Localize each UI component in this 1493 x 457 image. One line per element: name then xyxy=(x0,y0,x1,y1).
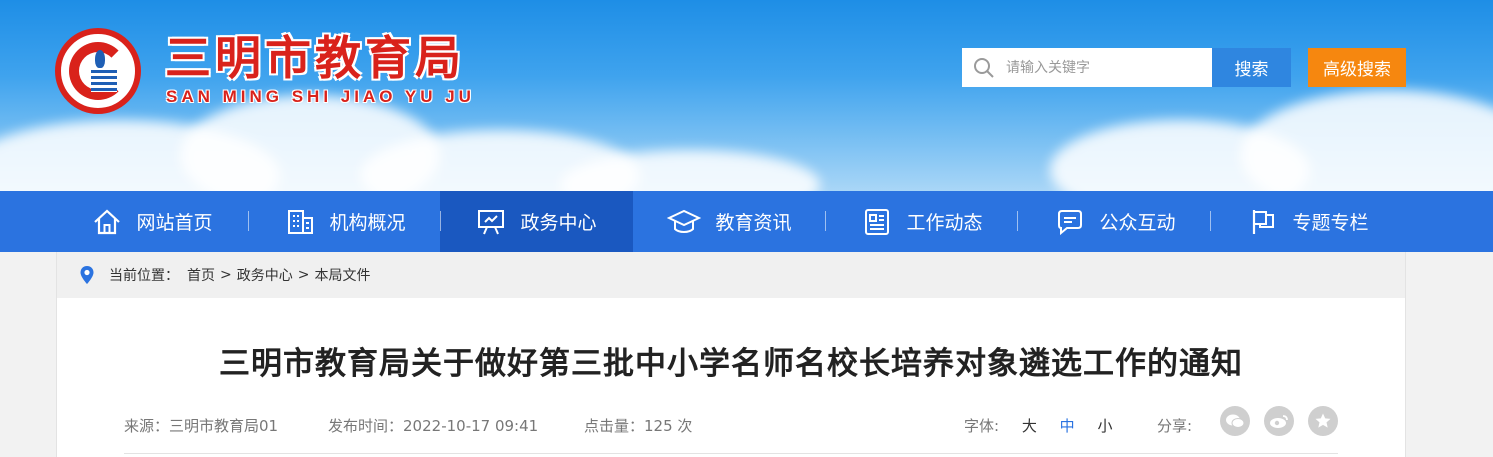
hits-label: 点击量： xyxy=(584,417,645,435)
nav-label: 工作动态 xyxy=(906,212,983,234)
breadcrumb-separator: > xyxy=(297,267,310,283)
nav-label: 政务中心 xyxy=(520,212,597,234)
article-hits: 点击量：125 次 xyxy=(584,415,692,436)
nav-label: 公众互动 xyxy=(1099,212,1176,234)
favorite-star-icon[interactable] xyxy=(1308,406,1338,436)
font-size-large[interactable]: 大 xyxy=(1022,417,1037,435)
nav-divider xyxy=(825,211,826,231)
search-box xyxy=(962,48,1212,87)
graduation-cap-icon xyxy=(667,209,702,233)
logo-emblem-icon[interactable] xyxy=(55,28,141,114)
nav-label: 网站首页 xyxy=(136,212,213,234)
publish-label: 发布时间： xyxy=(328,417,404,435)
presentation-icon xyxy=(478,209,505,234)
nav-item-public-interaction[interactable]: 公众互动 xyxy=(1019,191,1212,252)
nav-label: 教育资讯 xyxy=(715,212,792,234)
nav-divider xyxy=(440,211,441,231)
share-label: 分享: xyxy=(1157,417,1193,435)
font-size-medium[interactable]: 中 xyxy=(1060,417,1075,435)
chat-icon xyxy=(1058,209,1083,235)
weibo-icon[interactable] xyxy=(1264,406,1294,436)
home-icon xyxy=(94,209,121,234)
meta-divider xyxy=(124,453,1338,454)
article-source: 来源：三明市教育局01 xyxy=(124,415,278,436)
publish-value: 2022-10-17 09:41 xyxy=(403,417,539,435)
breadcrumb-link-government-center[interactable]: 政务中心 xyxy=(237,265,293,285)
flag-icon xyxy=(1253,209,1275,234)
source-value: 三明市教育局01 xyxy=(169,417,279,435)
nav-divider xyxy=(1210,211,1211,231)
nav-divider xyxy=(1017,211,1018,231)
breadcrumb-link-bureau-documents[interactable]: 本局文件 xyxy=(314,265,370,285)
location-pin-icon xyxy=(80,266,94,284)
nav-item-home[interactable]: 网站首页 xyxy=(56,191,249,252)
nav-divider xyxy=(248,211,249,231)
hits-value: 125 次 xyxy=(644,417,693,435)
article-title: 三明市教育局关于做好第三批中小学名师名校长培养对象遴选工作的通知 xyxy=(219,346,1243,382)
main-content: 当前位置： 首页 > 政务中心 > 本局文件 三明市教育局关于做好第三批中小学名… xyxy=(56,252,1406,457)
breadcrumb-prefix: 当前位置： xyxy=(109,268,179,284)
nav-label: 机构概况 xyxy=(329,212,406,234)
wechat-icon[interactable] xyxy=(1220,406,1250,436)
nav-item-government-center[interactable]: 政务中心 xyxy=(440,191,633,252)
font-size-control: 字体: 大 中 小 xyxy=(964,415,1112,436)
advanced-search-button[interactable]: 高级搜索 xyxy=(1308,48,1406,87)
site-subtitle: SAN MING SHI JIAO YU JU xyxy=(166,87,475,106)
nav-item-special-topics[interactable]: 专题专栏 xyxy=(1212,191,1405,252)
site-title[interactable]: 三明市教育局 xyxy=(165,22,465,88)
main-nav: 网站首页 机构概况 政务中心 教育资讯 工作动态 公众互动 专题专栏 xyxy=(0,191,1493,252)
breadcrumb-separator: > xyxy=(220,267,232,283)
newspaper-icon xyxy=(865,208,890,235)
breadcrumb: 当前位置： 首页 > 政务中心 > 本局文件 xyxy=(57,252,1405,298)
font-size-small[interactable]: 小 xyxy=(1097,417,1112,435)
breadcrumb-link-home[interactable]: 首页 xyxy=(187,265,215,285)
font-size-label: 字体: xyxy=(964,417,1000,435)
header-banner: 三明市教育局 SAN MING SHI JIAO YU JU 搜索 高级搜索 xyxy=(0,0,1493,191)
nav-label: 专题专栏 xyxy=(1292,212,1369,234)
nav-item-organization[interactable]: 机构概况 xyxy=(249,191,442,252)
nav-item-work-updates[interactable]: 工作动态 xyxy=(826,191,1019,252)
search-button[interactable]: 搜索 xyxy=(1212,48,1291,87)
search-icon xyxy=(962,48,1006,87)
nav-item-education-news[interactable]: 教育资讯 xyxy=(633,191,826,252)
building-icon xyxy=(288,209,314,234)
source-label: 来源： xyxy=(124,417,170,435)
article-publish-time: 发布时间：2022-10-17 09:41 xyxy=(328,415,538,436)
search-input[interactable] xyxy=(1006,49,1201,86)
